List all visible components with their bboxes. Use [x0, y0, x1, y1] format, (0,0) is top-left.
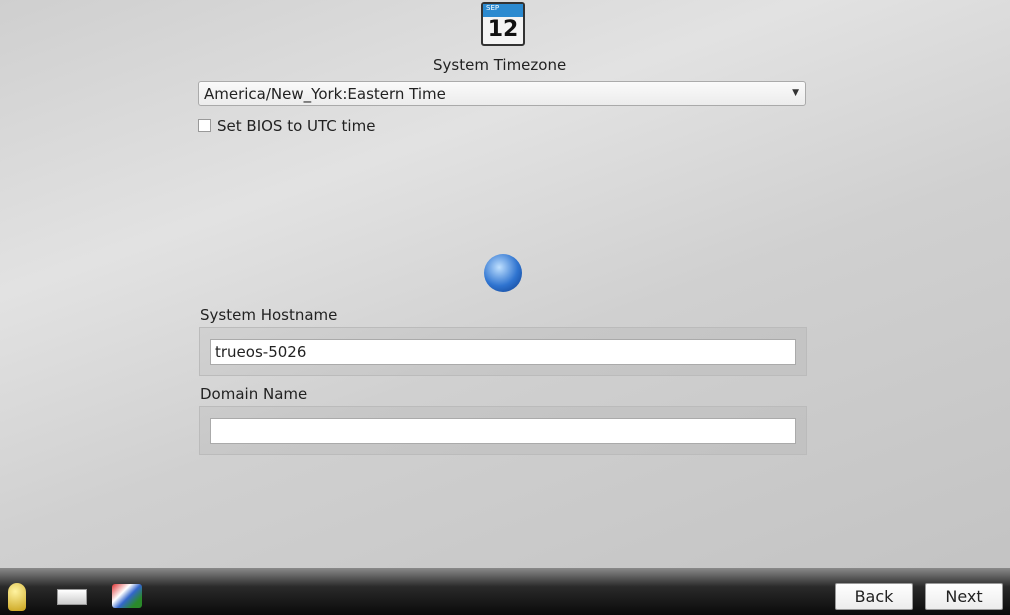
timezone-title: System Timezone	[433, 56, 567, 74]
next-button[interactable]: Next	[925, 583, 1003, 610]
hostname-input[interactable]: trueos-5026	[210, 339, 796, 365]
language-flag-icon[interactable]	[112, 584, 142, 608]
bios-utc-checkbox[interactable]	[198, 119, 211, 132]
chevron-down-icon: ▼	[792, 88, 799, 98]
timezone-select[interactable]: America/New_York:Eastern Time ▼	[198, 81, 806, 106]
globe-network-icon	[484, 254, 522, 292]
back-button[interactable]: Back	[835, 583, 913, 610]
calendar-day: 12	[487, 17, 519, 42]
keyboard-icon[interactable]	[57, 589, 87, 605]
bios-utc-label[interactable]: Set BIOS to UTC time	[217, 117, 375, 135]
domain-input[interactable]	[210, 418, 796, 444]
lightbulb-icon[interactable]	[8, 583, 26, 611]
timezone-selected: America/New_York:Eastern Time	[204, 85, 446, 103]
hostname-label: System Hostname	[200, 306, 338, 324]
calendar-month: SEP	[483, 4, 523, 17]
calendar-icon: SEP 12	[481, 2, 525, 46]
domain-label: Domain Name	[200, 385, 308, 403]
